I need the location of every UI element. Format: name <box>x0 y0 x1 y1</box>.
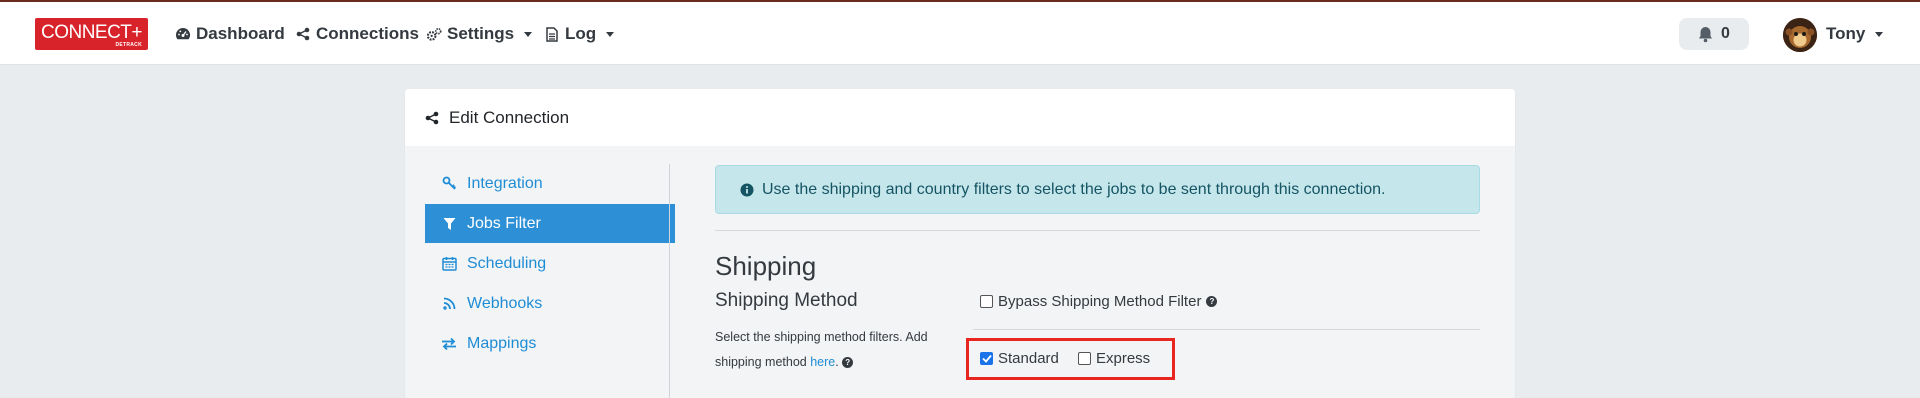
divider <box>973 329 1480 330</box>
selection-highlight <box>966 338 1175 380</box>
user-name: Tony <box>1826 24 1866 43</box>
sidebar-divider <box>669 164 670 398</box>
brand-logo[interactable]: CONNECT+ DETRACK <box>35 18 148 50</box>
gauge-icon <box>175 26 191 42</box>
user-menu[interactable]: Tony <box>1826 24 1884 44</box>
exchange-icon <box>441 336 457 352</box>
bypass-label: Bypass Shipping Method Filter <box>998 293 1202 310</box>
nav-settings[interactable]: Settings <box>426 22 533 46</box>
file-icon <box>544 26 560 42</box>
bypass-shipping-checkbox[interactable]: Bypass Shipping Method Filter ? <box>980 293 1218 310</box>
logo-text: CONNECT+ <box>40 22 143 43</box>
edit-connection-card: Edit Connection Integration Jobs Filter … <box>405 89 1515 398</box>
bell-icon <box>1698 26 1713 43</box>
sidebar-item-label: Integration <box>467 174 543 192</box>
card-header: Edit Connection <box>405 89 1515 146</box>
sidebar-item-jobs-filter[interactable]: Jobs Filter <box>425 204 675 243</box>
nav-dashboard-label: Dashboard <box>196 24 285 43</box>
filter-icon <box>441 216 457 232</box>
divider <box>715 230 1480 231</box>
notifications-button[interactable]: 0 <box>1679 18 1749 50</box>
navbar: CONNECT+ DETRACK Dashboard Connections S… <box>0 2 1920 65</box>
sidebar-item-label: Jobs Filter <box>467 214 541 232</box>
nav-settings-label: Settings <box>447 24 515 43</box>
nav-log-label: Log <box>565 24 597 43</box>
section-title: Shipping <box>715 251 817 281</box>
nav-connections[interactable]: Connections <box>295 22 419 46</box>
avatar[interactable] <box>1783 18 1817 52</box>
nav-log[interactable]: Log <box>544 22 615 46</box>
alert-text: Use the shipping and country filters to … <box>762 180 1386 198</box>
chevron-down-icon <box>524 31 533 37</box>
notification-count: 0 <box>1721 25 1730 42</box>
rss-icon <box>441 296 457 312</box>
share-icon <box>425 111 439 125</box>
chevron-down-icon <box>1875 31 1884 37</box>
shipping-method-title: Shipping Method <box>715 290 858 311</box>
nav-connections-label: Connections <box>316 24 419 43</box>
key-icon <box>441 176 457 192</box>
checkbox-box[interactable] <box>980 295 993 308</box>
share-icon <box>295 26 311 42</box>
sidebar-item-integration[interactable]: Integration <box>425 164 675 203</box>
chevron-down-icon <box>606 31 615 37</box>
info-icon <box>740 183 754 197</box>
nav-dashboard[interactable]: Dashboard <box>175 22 285 46</box>
sidebar-item-mappings[interactable]: Mappings <box>425 324 675 363</box>
help-icon[interactable]: ? <box>1206 296 1218 307</box>
cogs-icon <box>426 26 442 42</box>
sidebar-item-label: Scheduling <box>467 254 547 272</box>
logo-sub: DETRACK <box>115 42 142 48</box>
sidebar-item-webhooks[interactable]: Webhooks <box>425 284 675 323</box>
help-text-end: . <box>835 355 839 369</box>
sidebar-item-label: Mappings <box>467 334 537 352</box>
add-shipping-method-link[interactable]: here <box>810 355 835 369</box>
sidebar-item-scheduling[interactable]: Scheduling <box>425 244 675 283</box>
sidebar-item-label: Webhooks <box>467 294 543 312</box>
shipping-method-help: Select the shipping method filters. Add … <box>715 325 955 375</box>
calendar-icon <box>441 256 457 272</box>
card-title: Edit Connection <box>449 108 570 127</box>
info-alert: Use the shipping and country filters to … <box>715 165 1480 214</box>
help-icon[interactable]: ? <box>842 357 854 369</box>
